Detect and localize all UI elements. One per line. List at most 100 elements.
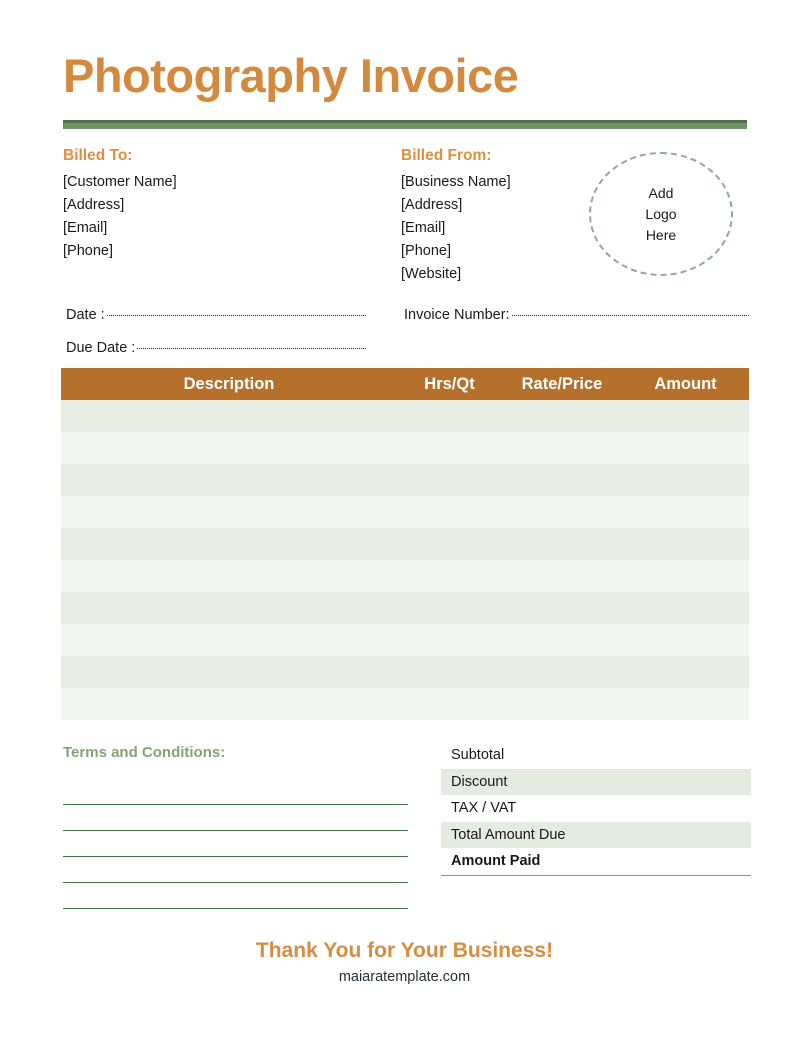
- table-row[interactable]: [61, 688, 749, 720]
- billed-from-website[interactable]: [Website]: [401, 263, 511, 286]
- terms-write-line[interactable]: [63, 831, 408, 857]
- table-cell-hrs[interactable]: [397, 432, 502, 464]
- billed-from-block: Billed From: [Business Name] [Address] […: [401, 144, 511, 286]
- table-cell-rate[interactable]: [502, 560, 622, 592]
- table-cell-amount[interactable]: [622, 656, 749, 688]
- totals-row-subtotal[interactable]: Subtotal: [441, 742, 751, 769]
- table-row[interactable]: [61, 464, 749, 496]
- table-cell-desc[interactable]: [61, 528, 397, 560]
- table-cell-rate[interactable]: [502, 464, 622, 496]
- totals-row-discount[interactable]: Discount: [441, 768, 751, 795]
- footer-website: maiaratemplate.com: [338, 969, 471, 985]
- billed-to-phone[interactable]: [Phone]: [63, 240, 177, 263]
- logo-placeholder[interactable]: Add Logo Here: [589, 152, 733, 276]
- totals-row-amount-paid[interactable]: Amount Paid: [441, 848, 751, 875]
- totals-section: Subtotal Discount TAX / VAT Total Amount…: [441, 742, 751, 876]
- terms-write-line[interactable]: [63, 883, 408, 909]
- table-row[interactable]: [61, 624, 749, 656]
- table-row[interactable]: [61, 592, 749, 624]
- page-title: Photography Invoice: [63, 49, 519, 102]
- billed-to-heading: Billed To:: [63, 147, 133, 164]
- table-cell-rate[interactable]: [502, 624, 622, 656]
- table-row[interactable]: [61, 400, 749, 432]
- table-cell-rate[interactable]: [502, 656, 622, 688]
- table-cell-hrs[interactable]: [397, 560, 502, 592]
- table-row[interactable]: [61, 656, 749, 688]
- header-divider: [63, 120, 747, 129]
- terms-write-line[interactable]: [63, 857, 408, 883]
- table-cell-rate[interactable]: [502, 528, 622, 560]
- table-cell-desc[interactable]: [61, 688, 397, 720]
- billed-to-address[interactable]: [Address]: [63, 194, 177, 217]
- line-items-table: Description Hrs/Qt Rate/Price Amount: [61, 368, 749, 720]
- table-cell-rate[interactable]: [502, 400, 622, 432]
- table-cell-hrs[interactable]: [397, 400, 502, 432]
- table-cell-amount[interactable]: [622, 688, 749, 720]
- table-cell-rate[interactable]: [502, 432, 622, 464]
- table-cell-amount[interactable]: [622, 528, 749, 560]
- totals-label-subtotal: Subtotal: [451, 747, 505, 764]
- date-input-line[interactable]: [106, 315, 366, 316]
- table-row[interactable]: [61, 560, 749, 592]
- table-cell-desc[interactable]: [61, 560, 397, 592]
- terms-heading: Terms and Conditions:: [63, 744, 226, 761]
- terms-lines: [63, 779, 408, 909]
- totals-label-discount: Discount: [451, 773, 508, 790]
- table-row[interactable]: [61, 496, 749, 528]
- table-cell-rate[interactable]: [502, 592, 622, 624]
- table-cell-rate[interactable]: [502, 688, 622, 720]
- table-cell-amount[interactable]: [622, 464, 749, 496]
- table-cell-hrs[interactable]: [397, 624, 502, 656]
- table-cell-hrs[interactable]: [397, 656, 502, 688]
- date-label: Date :: [66, 307, 105, 323]
- due-date-field-row: Due Date :: [66, 340, 366, 356]
- billed-to-email[interactable]: [Email]: [63, 217, 177, 240]
- due-date-input-line[interactable]: [137, 348, 366, 349]
- billed-from-phone[interactable]: [Phone]: [401, 240, 511, 263]
- table-cell-desc[interactable]: [61, 432, 397, 464]
- table-cell-hrs[interactable]: [397, 464, 502, 496]
- billed-to-customer-name[interactable]: [Customer Name]: [63, 171, 177, 194]
- table-cell-amount[interactable]: [622, 432, 749, 464]
- totals-label-total-amount-due: Total Amount Due: [451, 826, 566, 843]
- billed-from-address[interactable]: [Address]: [401, 194, 511, 217]
- column-header-description: Description: [183, 374, 275, 393]
- invoice-number-input-line[interactable]: [511, 315, 749, 316]
- billed-from-heading: Billed From:: [401, 147, 492, 164]
- terms-write-line[interactable]: [63, 779, 408, 805]
- table-row[interactable]: [61, 528, 749, 560]
- table-cell-desc[interactable]: [61, 656, 397, 688]
- logo-placeholder-line-3: Here: [645, 226, 677, 243]
- column-header-rate-price: Rate/Price: [521, 374, 603, 393]
- totals-label-amount-paid: Amount Paid: [451, 853, 541, 870]
- table-cell-desc[interactable]: [61, 592, 397, 624]
- table-row[interactable]: [61, 432, 749, 464]
- table-cell-hrs[interactable]: [397, 688, 502, 720]
- totals-row-tax-vat[interactable]: TAX / VAT: [441, 795, 751, 822]
- totals-label-tax-vat: TAX / VAT: [451, 800, 517, 817]
- table-cell-desc[interactable]: [61, 464, 397, 496]
- date-field-row: Date :: [66, 307, 366, 323]
- table-cell-hrs[interactable]: [397, 496, 502, 528]
- table-cell-desc[interactable]: [61, 400, 397, 432]
- table-cell-hrs[interactable]: [397, 528, 502, 560]
- table-cell-rate[interactable]: [502, 496, 622, 528]
- due-date-label: Due Date :: [66, 340, 136, 356]
- billed-from-email[interactable]: [Email]: [401, 217, 511, 240]
- table-cell-amount[interactable]: [622, 400, 749, 432]
- table-cell-amount[interactable]: [622, 560, 749, 592]
- table-cell-hrs[interactable]: [397, 592, 502, 624]
- thank-you-message: Thank You for Your Business!: [255, 939, 554, 962]
- table-cell-desc[interactable]: [61, 496, 397, 528]
- totals-row-total-amount-due[interactable]: Total Amount Due: [441, 821, 751, 848]
- table-cell-amount[interactable]: [622, 592, 749, 624]
- billed-from-business-name[interactable]: [Business Name]: [401, 171, 511, 194]
- table-cell-amount[interactable]: [622, 496, 749, 528]
- table-cell-amount[interactable]: [622, 624, 749, 656]
- table-cell-desc[interactable]: [61, 624, 397, 656]
- terms-write-line[interactable]: [63, 805, 408, 831]
- column-header-amount: Amount: [654, 374, 717, 393]
- logo-placeholder-line-2: Logo: [645, 205, 677, 222]
- table-header-row: Description Hrs/Qt Rate/Price Amount: [61, 368, 749, 400]
- table-body: [61, 400, 749, 720]
